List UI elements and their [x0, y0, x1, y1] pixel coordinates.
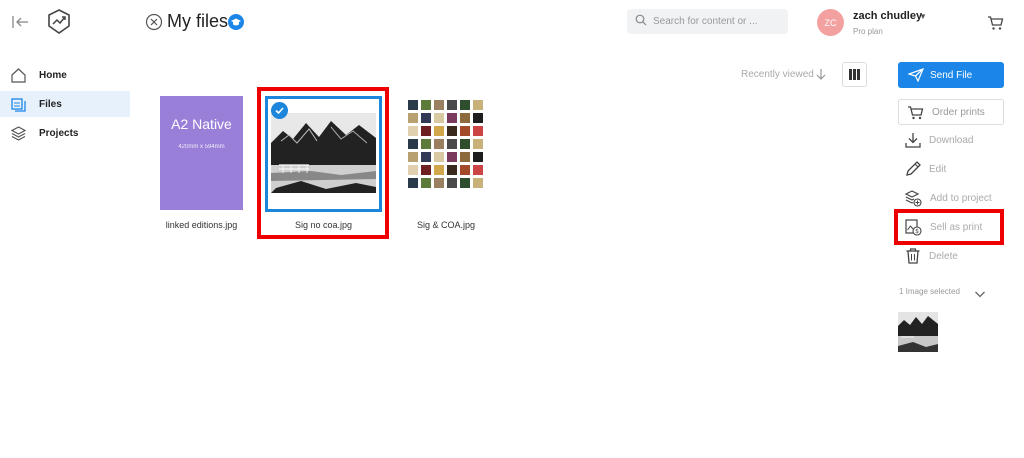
collage-tile: [421, 152, 431, 162]
collage-tile: [447, 152, 457, 162]
edit-button[interactable]: Edit: [905, 160, 946, 178]
app-logo-icon[interactable]: [46, 8, 72, 36]
cart-icon: [908, 105, 924, 119]
page-title: My files: [167, 11, 229, 31]
collage-tile: [434, 113, 444, 123]
collage-tile: [473, 139, 483, 149]
collage-tile: [408, 165, 418, 175]
file-name[interactable]: Sig no coa.jpg: [265, 220, 382, 230]
collage-tile: [447, 126, 457, 136]
add-to-project-button[interactable]: Add to project: [905, 189, 992, 207]
file-thumbnail[interactable]: A2 Native 420mm x 594mm: [160, 96, 243, 210]
thumbnail-subtitle: 420mm x 594mm: [178, 144, 225, 150]
user-name[interactable]: zach chudley: [853, 10, 922, 22]
collage-tile: [460, 113, 470, 123]
avatar[interactable]: ZC: [817, 9, 844, 36]
collage-tile: [434, 126, 444, 136]
pencil-icon: [906, 161, 921, 176]
file-name[interactable]: Sig & COA.jpg: [402, 220, 490, 230]
search-icon: [635, 13, 647, 31]
collapse-sidebar-icon[interactable]: [10, 12, 32, 32]
collage-tile: [434, 165, 444, 175]
search-bar[interactable]: [627, 9, 788, 34]
paper-plane-icon: [908, 68, 924, 82]
chevron-down-icon[interactable]: ▼: [919, 12, 927, 21]
files-icon: [11, 97, 26, 112]
collage-tile: [447, 165, 457, 175]
collage-tile: [408, 139, 418, 149]
cart-icon[interactable]: [987, 15, 1004, 31]
chevron-down-icon[interactable]: [974, 286, 986, 298]
collage-tile: [473, 165, 483, 175]
sidebar-item-label: Projects: [39, 127, 79, 139]
collage-tile: [473, 113, 483, 123]
landscape-image: [271, 113, 376, 193]
graduation-cap-icon[interactable]: [228, 14, 244, 30]
delete-button[interactable]: Delete: [905, 247, 958, 265]
collage-tile: [421, 126, 431, 136]
sort-label[interactable]: Recently viewed: [741, 69, 814, 80]
collage-tile: [460, 165, 470, 175]
download-icon: [905, 133, 921, 148]
collage-tile: [421, 113, 431, 123]
collage-tile: [421, 165, 431, 175]
user-plan: Pro plan: [853, 27, 883, 36]
collage-tile: [473, 178, 483, 188]
file-thumbnail[interactable]: [408, 100, 484, 200]
order-prints-button[interactable]: Order prints: [898, 99, 1004, 125]
send-file-label: Send File: [930, 69, 973, 81]
selection-summary: 1 Image selected: [899, 287, 960, 296]
collage-tile: [447, 113, 457, 123]
sidebar-item-label: Files: [39, 98, 62, 110]
edit-label: Edit: [929, 163, 947, 175]
layers-add-icon: [905, 189, 922, 207]
collage-tile: [447, 178, 457, 188]
order-prints-label: Order prints: [932, 106, 985, 118]
columns-icon: [849, 69, 860, 80]
delete-label: Delete: [929, 250, 958, 262]
home-icon: [11, 67, 26, 83]
layers-icon: [10, 125, 27, 141]
trash-icon: [906, 248, 920, 264]
collage-tile: [434, 100, 444, 110]
collage-tile: [434, 139, 444, 149]
collage-tile: [460, 152, 470, 162]
collage-tile: [460, 100, 470, 110]
collage-tile: [421, 178, 431, 188]
highlight-outline: [894, 209, 1004, 245]
selected-image-preview[interactable]: [898, 312, 938, 352]
download-label: Download: [929, 134, 974, 146]
selected-check-icon[interactable]: [271, 102, 288, 119]
collage-tile: [473, 100, 483, 110]
sidebar-item-home[interactable]: Home: [0, 62, 130, 88]
collage-tile: [434, 178, 444, 188]
collage-tile: [408, 100, 418, 110]
collage-tile: [421, 139, 431, 149]
collage-tile: [408, 152, 418, 162]
collage-tile: [408, 113, 418, 123]
add-to-project-label: Add to project: [930, 192, 992, 204]
close-icon[interactable]: [145, 13, 163, 31]
collage-tile: [408, 126, 418, 136]
send-file-button[interactable]: Send File: [898, 62, 1004, 88]
collage-tile: [473, 152, 483, 162]
sort-direction-icon[interactable]: [815, 68, 827, 81]
grid-view-button[interactable]: [842, 62, 867, 87]
download-button[interactable]: Download: [905, 131, 973, 149]
file-name[interactable]: linked editions.jpg: [160, 220, 243, 230]
collage-tile: [460, 126, 470, 136]
collage-tile: [460, 178, 470, 188]
collage-tile: [473, 126, 483, 136]
sidebar-item-label: Home: [39, 69, 67, 81]
thumbnail-title: A2 Native: [171, 116, 232, 132]
collage-tile: [421, 100, 431, 110]
collage-tile: [447, 139, 457, 149]
collage-tile: [434, 152, 444, 162]
sidebar-item-files[interactable]: Files: [0, 91, 130, 117]
sidebar-item-projects[interactable]: Projects: [0, 120, 130, 146]
collage-tile: [447, 100, 457, 110]
search-input[interactable]: [653, 16, 773, 27]
collage-tile: [408, 178, 418, 188]
collage-tile: [460, 139, 470, 149]
